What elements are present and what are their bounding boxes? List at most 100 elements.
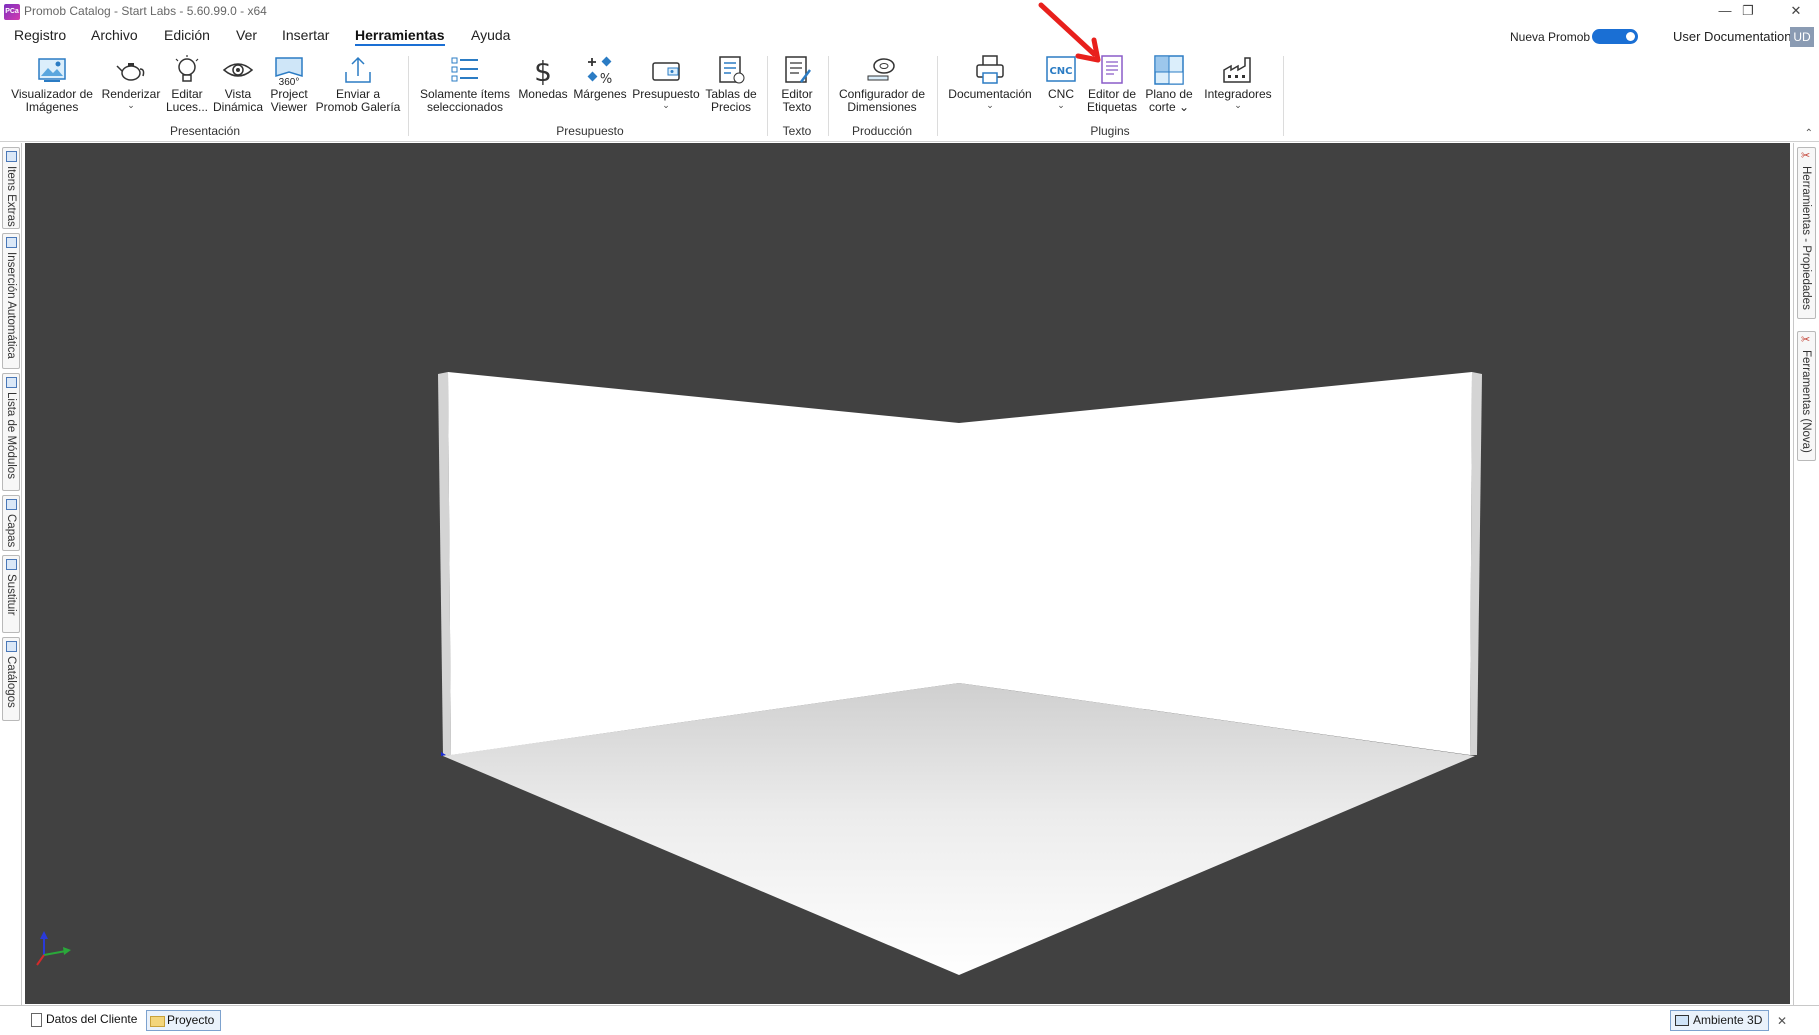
svg-text:$: $ bbox=[534, 55, 552, 86]
title-bar: PCa Promob Catalog - Start Labs - 5.60.9… bbox=[0, 0, 1819, 24]
btn-label-line2: Dinámica bbox=[212, 100, 263, 114]
ribbon-divider bbox=[767, 56, 768, 136]
tab-label: Itens Extras bbox=[5, 166, 17, 227]
tab-label: Sustituir bbox=[5, 574, 17, 616]
left-dock-panel: Itens Extras Inserción Automática Lista … bbox=[0, 143, 22, 1013]
documentacion-button[interactable]: Documentación ⌄ bbox=[945, 54, 1035, 110]
eye-icon bbox=[222, 63, 254, 77]
enviar-promob-galeria-button[interactable]: Enviar a Promob Galería bbox=[314, 54, 402, 114]
btn-label-line1: Vista bbox=[224, 87, 252, 101]
ribbon-toolbar: Visualizador de Imágenes Renderizar ⌄ Ed… bbox=[0, 48, 1819, 142]
tablas-precios-button[interactable]: Tablas de Precios bbox=[703, 54, 759, 114]
360-icon: 360° bbox=[275, 57, 303, 86]
tab-label: Ferramentas (Nova) bbox=[1800, 350, 1812, 453]
btn-label-line1: Enviar a bbox=[335, 87, 381, 101]
tab-sustituir[interactable]: Sustituir bbox=[2, 555, 20, 633]
wallet-icon bbox=[652, 62, 680, 81]
group-label-plugins: Plugins bbox=[1090, 124, 1130, 138]
btn-label-line1: CNC bbox=[1048, 87, 1074, 101]
chevron-down-icon: ⌄ bbox=[1057, 100, 1065, 110]
restore-button[interactable]: ❐ bbox=[1725, 0, 1771, 24]
btn-label-line1: Integradores bbox=[1204, 87, 1272, 101]
document-icon bbox=[31, 1013, 42, 1027]
btn-label-line1: Editor de bbox=[1087, 87, 1137, 101]
menu-registro[interactable]: Registro bbox=[14, 27, 66, 43]
factory-icon bbox=[1223, 57, 1251, 83]
nueva-promob-toggle[interactable] bbox=[1592, 29, 1638, 44]
close-button[interactable]: ✕ bbox=[1773, 0, 1819, 24]
editor-texto-button[interactable]: Editor Texto bbox=[774, 54, 820, 114]
tape-measure-icon bbox=[867, 58, 895, 81]
tab-label: Proyecto bbox=[167, 1013, 215, 1027]
btn-label-line1: Documentación bbox=[948, 87, 1032, 101]
teapot-icon bbox=[116, 63, 145, 81]
chevron-down-icon: ⌄ bbox=[662, 100, 670, 110]
btn-label-line2: Dimensiones bbox=[847, 100, 917, 114]
avatar[interactable]: UD bbox=[1790, 27, 1814, 47]
tab-ambiente-3d[interactable]: Ambiente 3D bbox=[1670, 1010, 1770, 1031]
chevron-down-icon: ⌄ bbox=[986, 100, 994, 110]
menu-edicion[interactable]: Edición bbox=[164, 27, 210, 43]
text-editor-icon bbox=[785, 56, 811, 83]
3d-scene[interactable] bbox=[25, 143, 1790, 1004]
menu-archivo[interactable]: Archivo bbox=[91, 27, 138, 43]
chevron-down-icon: ⌄ bbox=[1234, 100, 1242, 110]
project-viewer-button[interactable]: 360° Project Viewer bbox=[267, 54, 311, 114]
menu-herramientas[interactable]: Herramientas bbox=[355, 27, 445, 46]
presupuesto-button[interactable]: Presupuesto ⌄ bbox=[632, 54, 700, 110]
tab-herramientas-propiedades[interactable]: ✂ Herramientas - Propiedades bbox=[1797, 147, 1816, 319]
visualizador-imagenes-button[interactable]: Visualizador de Imágenes bbox=[8, 54, 96, 114]
items-icon bbox=[6, 151, 17, 162]
menu-ver[interactable]: Ver bbox=[236, 27, 257, 43]
360-label: 360° bbox=[279, 77, 300, 86]
tab-proyecto[interactable]: Proyecto bbox=[146, 1010, 222, 1031]
btn-label-line1: Márgenes bbox=[573, 87, 627, 101]
svg-text:%: % bbox=[600, 72, 612, 86]
monedas-button[interactable]: $ Monedas bbox=[516, 54, 570, 101]
tab-label: Datos del Cliente bbox=[46, 1012, 138, 1026]
configurador-dimensiones-button[interactable]: Configurador de Dimensiones bbox=[834, 54, 930, 114]
margenes-button[interactable]: % Márgenes bbox=[572, 54, 628, 101]
right-wall-edge bbox=[1470, 372, 1482, 755]
tab-label: Catálogos bbox=[5, 656, 17, 708]
editar-luces-button[interactable]: Editar Luces... bbox=[164, 54, 210, 114]
tab-lista-modulos[interactable]: Lista de Módulos bbox=[2, 373, 20, 491]
integradores-button[interactable]: Integradores ⌄ bbox=[1200, 54, 1276, 110]
right-dock-panel: ✂ Herramientas - Propiedades ✂ Ferramentas… bbox=[1793, 143, 1819, 1013]
dollar-icon: $ bbox=[534, 55, 552, 86]
tab-insercion-automatica[interactable]: Inserción Automática bbox=[2, 233, 20, 369]
group-label-texto: Texto bbox=[782, 124, 812, 138]
menu-ayuda[interactable]: Ayuda bbox=[471, 27, 510, 43]
tab-datos-cliente[interactable]: Datos del Cliente bbox=[26, 1010, 143, 1031]
user-documentation-link[interactable]: User Documentation bbox=[1673, 29, 1792, 44]
tab-label: Capas bbox=[5, 514, 17, 548]
menu-insertar[interactable]: Insertar bbox=[282, 27, 329, 43]
price-table-icon bbox=[719, 56, 745, 84]
tab-label: Inserción Automática bbox=[5, 252, 17, 359]
btn-label-line1: Visualizador de bbox=[11, 87, 93, 101]
btn-label-line1: Tablas de bbox=[705, 87, 757, 101]
tab-catalogos[interactable]: Catálogos bbox=[2, 637, 20, 721]
ribbon-collapse-icon[interactable]: ⌃ bbox=[1805, 128, 1813, 139]
btn-label-line2: Luces... bbox=[165, 100, 209, 114]
btn-label-line2: Viewer bbox=[270, 100, 308, 114]
tools-icon: ✂ bbox=[1801, 334, 1811, 346]
3d-viewport[interactable] bbox=[25, 143, 1790, 1004]
close-view-icon[interactable]: ✕ bbox=[1777, 1014, 1787, 1028]
solamente-items-button[interactable]: Solamente ítems seleccionados bbox=[417, 54, 513, 114]
tab-itens-extras[interactable]: Itens Extras bbox=[2, 147, 20, 229]
tab-label: Ambiente 3D bbox=[1693, 1013, 1763, 1027]
tab-capas[interactable]: Capas bbox=[2, 495, 20, 551]
btn-label-line1: Editar bbox=[171, 87, 203, 101]
nueva-promob-label: Nueva Promob bbox=[1510, 30, 1591, 44]
renderizar-button[interactable]: Renderizar ⌄ bbox=[100, 54, 162, 110]
vista-dinamica-button[interactable]: Vista Dinámica bbox=[211, 54, 265, 114]
replace-icon bbox=[6, 559, 17, 570]
group-label-presupuesto: Presupuesto bbox=[556, 124, 624, 138]
group-label-presentacion: Presentación bbox=[169, 124, 241, 138]
tab-label: Herramientas - Propiedades bbox=[1800, 166, 1812, 310]
tab-ferramentas-nova[interactable]: ✂ Ferramentas (Nova) bbox=[1797, 331, 1816, 461]
plano-corte-button[interactable]: Plano de corte ⌄ bbox=[1142, 54, 1196, 114]
btn-label-line2: Texto bbox=[782, 100, 812, 114]
toggle-knob bbox=[1626, 32, 1635, 41]
